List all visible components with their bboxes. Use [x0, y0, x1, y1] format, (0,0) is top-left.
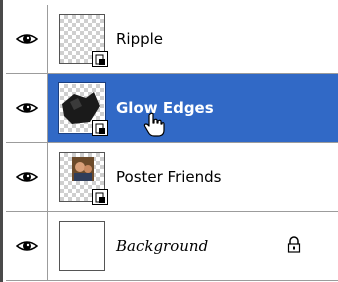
layer-thumbnail[interactable] — [59, 14, 108, 67]
layer-row-background[interactable]: Background — [6, 212, 338, 281]
eye-icon — [15, 32, 38, 46]
eye-icon — [15, 239, 38, 253]
eye-icon — [15, 101, 38, 115]
smart-object-link-icon — [92, 120, 108, 136]
layer-name[interactable]: Poster Friends — [116, 143, 222, 211]
hand-pointer-cursor-icon — [143, 112, 165, 138]
layer-name[interactable]: Ripple — [116, 5, 163, 73]
visibility-toggle[interactable] — [6, 5, 48, 73]
visibility-toggle[interactable] — [6, 74, 48, 142]
visibility-toggle[interactable] — [6, 143, 48, 211]
layer-name[interactable]: Background — [116, 212, 208, 280]
smart-object-link-icon — [92, 189, 108, 205]
layers-panel: Ripple Glow Edges Poster Friends Backgro… — [0, 0, 338, 282]
layer-row-ripple[interactable]: Ripple — [6, 5, 338, 74]
layer-thumbnail[interactable] — [58, 82, 108, 136]
layer-thumbnail[interactable] — [59, 221, 105, 271]
smart-object-link-icon — [92, 51, 108, 67]
layer-row-glow-edges[interactable]: Glow Edges — [6, 74, 338, 143]
lock-icon[interactable] — [287, 236, 301, 254]
layer-thumbnail[interactable] — [59, 152, 108, 205]
visibility-toggle[interactable] — [6, 212, 48, 280]
eye-icon — [15, 170, 38, 184]
layer-row-poster-friends[interactable]: Poster Friends — [6, 143, 338, 212]
